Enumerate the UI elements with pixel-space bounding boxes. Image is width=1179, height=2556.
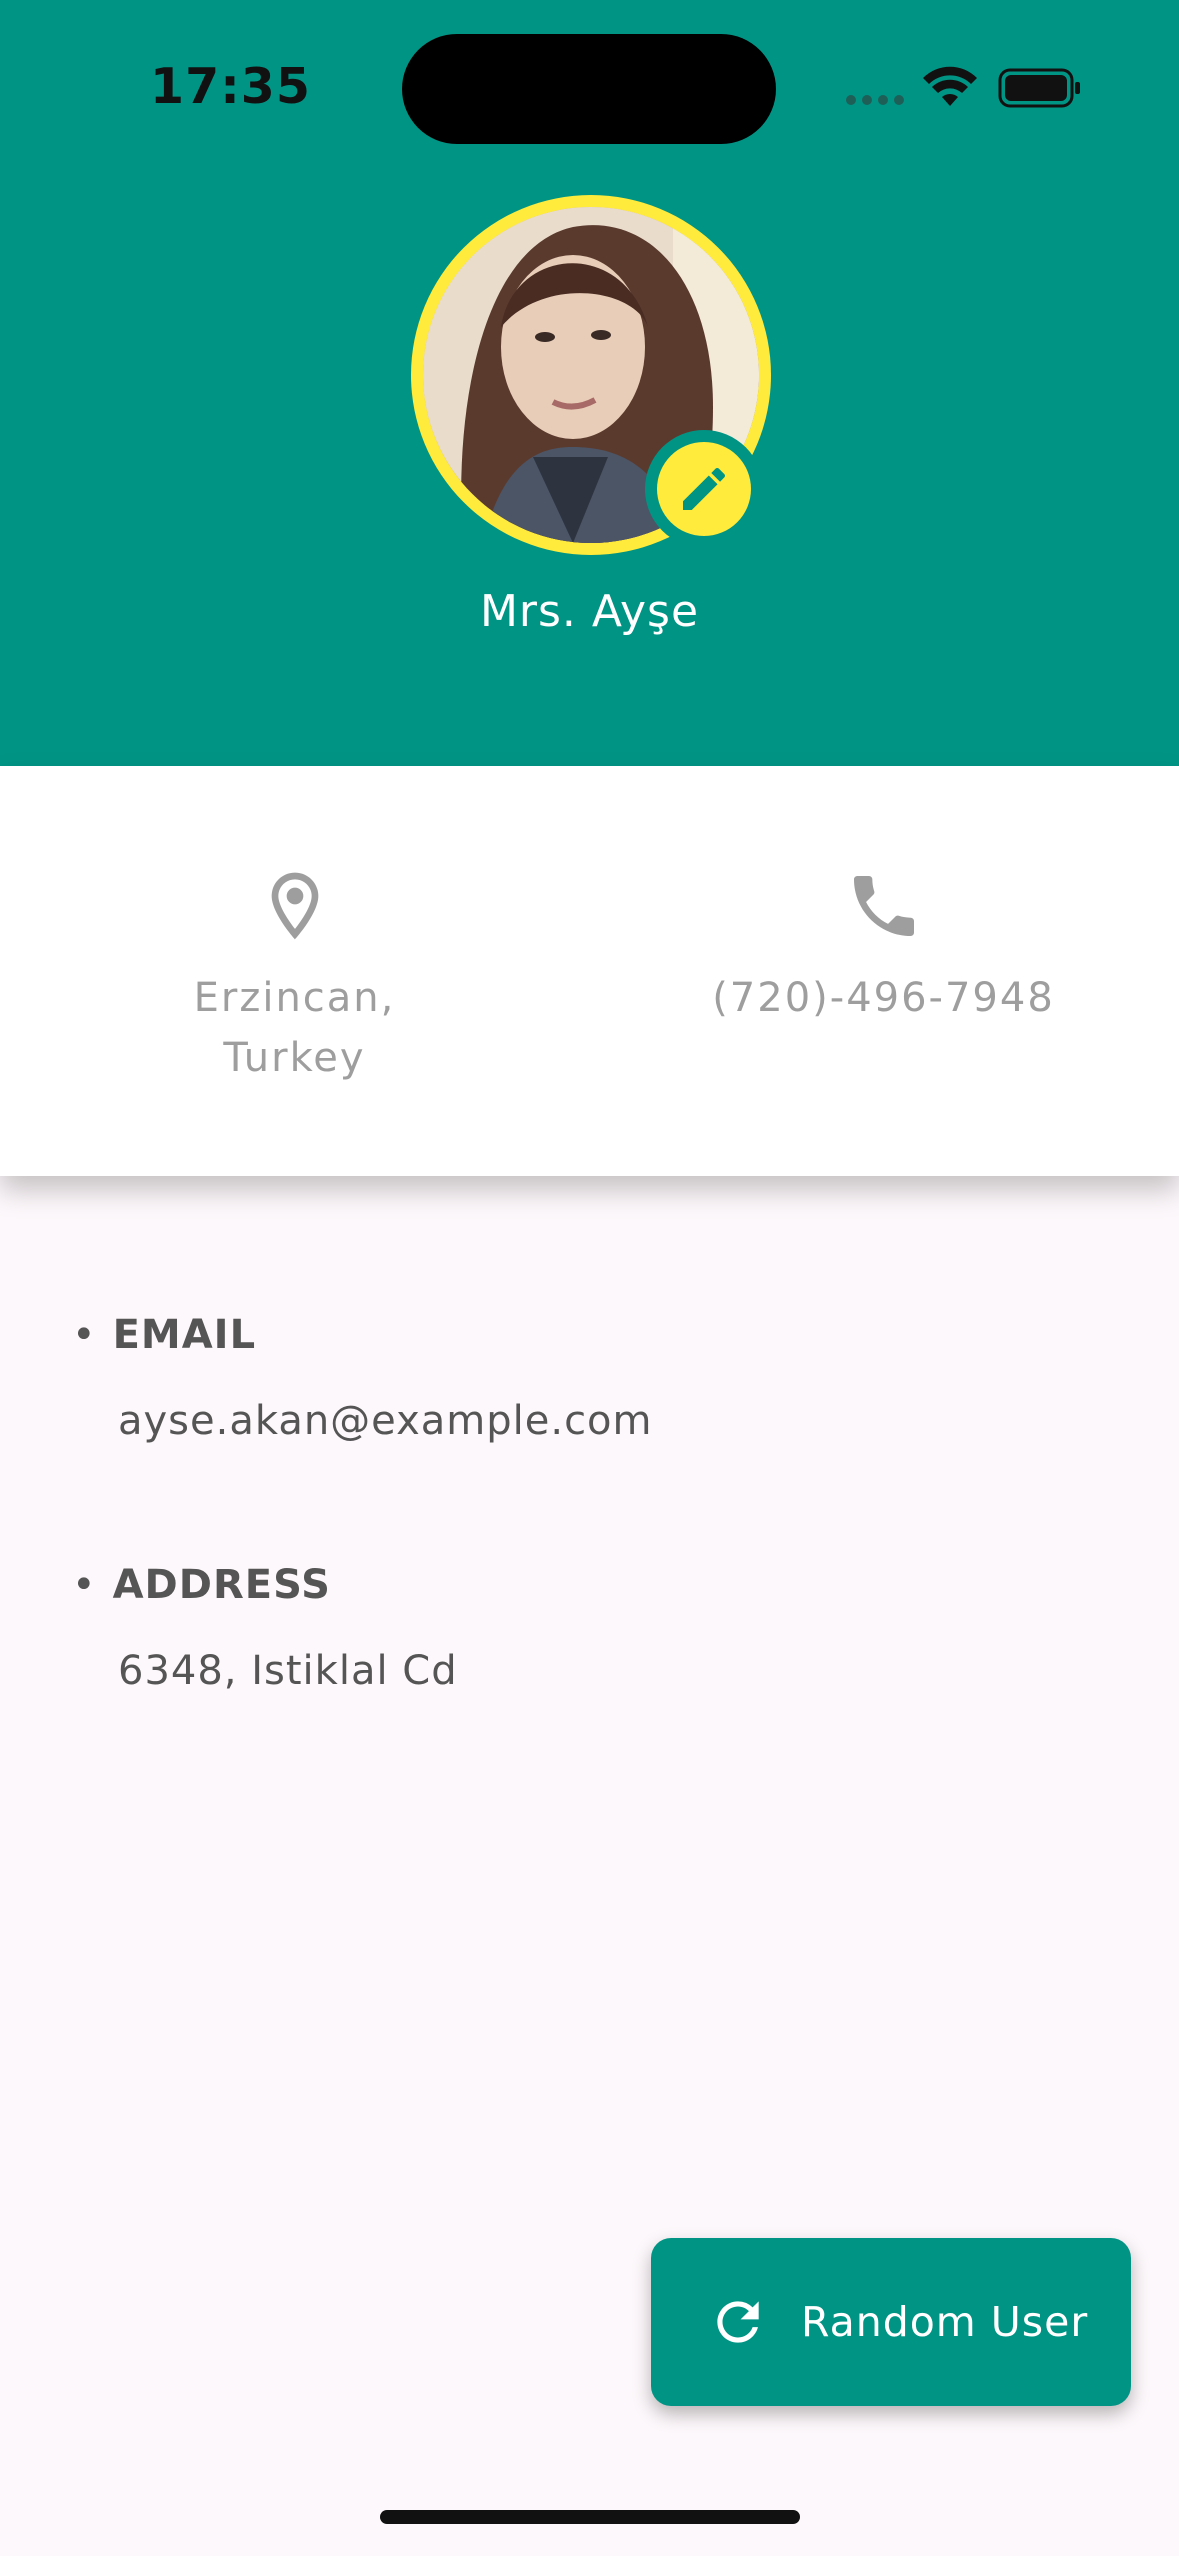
profile-header: 17:35 Mrs. Ayşe xyxy=(0,0,1179,766)
home-indicator xyxy=(380,2510,800,2524)
email-value[interactable]: ayse.akan@example.com xyxy=(118,1398,1072,1444)
phone-info[interactable]: (720)-496-7948 xyxy=(589,766,1178,1176)
edit-avatar-button[interactable] xyxy=(645,430,763,548)
bullet: • xyxy=(72,1312,97,1358)
phone-icon xyxy=(853,876,914,936)
location-info: Erzincan, Turkey xyxy=(0,766,589,1176)
random-user-button[interactable]: Random User xyxy=(651,2238,1131,2406)
address-label: ADDRESS xyxy=(112,1562,331,1608)
random-user-label: Random User xyxy=(801,2298,1089,2346)
refresh-icon xyxy=(717,2301,759,2343)
email-label: EMAIL xyxy=(112,1312,257,1358)
user-name: Mrs. Ayşe xyxy=(479,586,700,637)
pencil-icon xyxy=(683,467,726,510)
status-time: 17:35 xyxy=(150,58,311,115)
location-pin-icon xyxy=(271,872,318,940)
address-section: • ADDRESS 6348, Istiklal Cd xyxy=(72,1562,1072,1694)
address-value: 6348, Istiklal Cd xyxy=(118,1648,458,1694)
contact-info-card: Erzincan, Turkey (720)-496-7948 xyxy=(0,766,1179,1176)
location-text: Erzincan, Turkey xyxy=(193,975,396,1081)
dynamic-island xyxy=(402,34,776,144)
wifi-icon xyxy=(923,66,977,106)
phone-text: (720)-496-7948 xyxy=(712,975,1055,1021)
cellular-signal-icon xyxy=(846,95,904,105)
email-section: • EMAIL ayse.akan@example.com xyxy=(72,1312,1072,1444)
bullet: • xyxy=(72,1562,97,1608)
profile-screen: 17:35 Mrs. Ayşe Erzincan, Turkey (720)-4… xyxy=(0,0,1179,2556)
battery-icon xyxy=(998,68,1080,108)
